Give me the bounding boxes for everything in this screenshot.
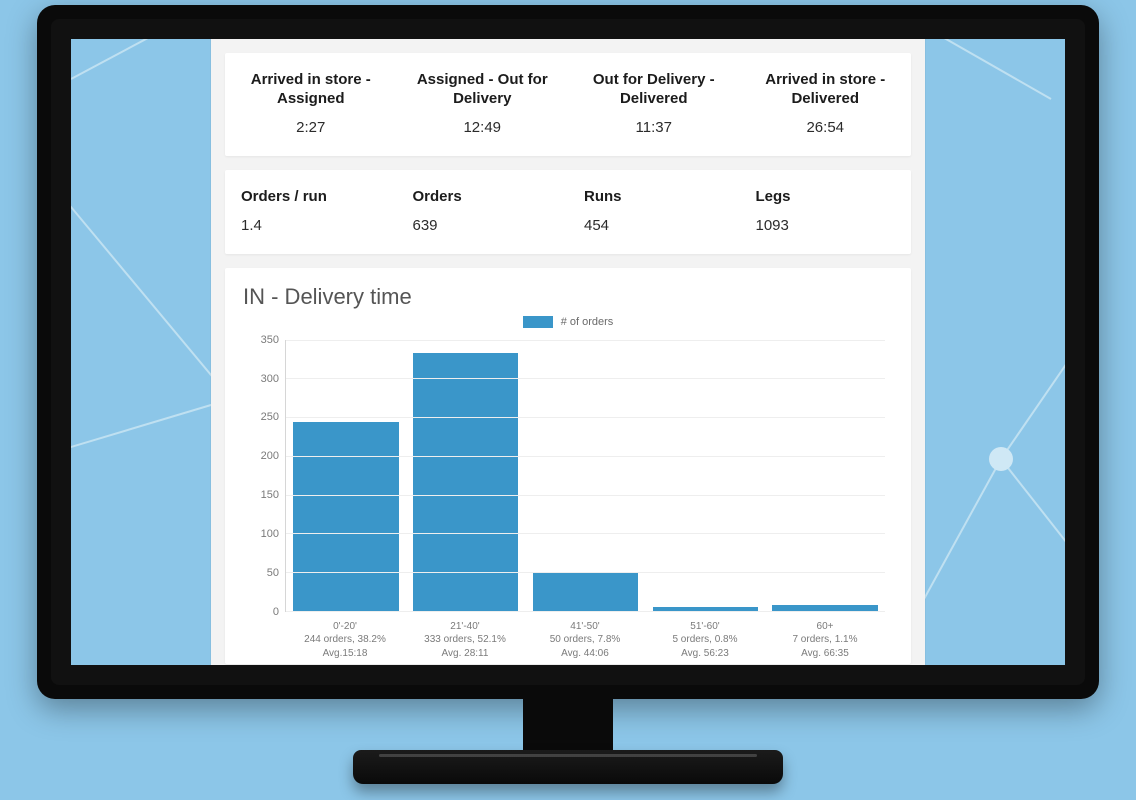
stat-value: 12:49: [413, 119, 553, 136]
stat-label: Out for Delivery - Delivered: [584, 71, 724, 109]
kpi-row: Orders / run 1.4 Orders 639 Runs 454 L: [225, 170, 911, 254]
kpi-value: 454: [584, 217, 724, 234]
chart-plot-area: [285, 340, 885, 612]
monitor-stand-base: [353, 750, 783, 784]
kpi-card: Orders / run 1.4 Orders 639 Runs 454 L: [225, 170, 911, 254]
stage-times-row: Arrived in store - Assigned 2:27 Assigne…: [225, 53, 911, 156]
kpi-runs: Runs 454: [568, 170, 740, 254]
stat-label: Assigned - Out for Delivery: [413, 71, 553, 109]
kpi-value: 1.4: [241, 217, 381, 234]
y-tick-label: 350: [243, 334, 279, 346]
delivery-time-chart: 0 50 100 150 200 250 300 350 0'-20'244 orders, …: [243, 334, 893, 664]
kpi-label: Orders: [413, 188, 553, 207]
y-tick-label: 250: [243, 411, 279, 423]
y-tick-label: 100: [243, 528, 279, 540]
kpi-orders-per-run: Orders / run 1.4: [225, 170, 397, 254]
chart-bars: [286, 340, 885, 611]
chart-gridline: [286, 456, 885, 457]
chart-gridline: [286, 611, 885, 612]
chart-gridline: [286, 417, 885, 418]
stat-arrived-delivered: Arrived in store - Delivered 26:54: [740, 53, 912, 156]
monitor-frame: Arrived in store - Assigned 2:27 Assigne…: [37, 5, 1099, 699]
chart-bar[interactable]: [293, 422, 398, 611]
monitor-stand-neck: [523, 697, 613, 757]
stage-times-card: Arrived in store - Assigned 2:27 Assigne…: [225, 53, 911, 156]
y-tick-label: 200: [243, 450, 279, 462]
stat-value: 11:37: [584, 119, 724, 136]
kpi-value: 1093: [756, 217, 896, 234]
chart-x-axis: 0'-20'244 orders, 38.2%Avg.15:1821'-40'3…: [285, 616, 885, 664]
y-tick-label: 300: [243, 373, 279, 385]
kpi-value: 639: [413, 217, 553, 234]
y-tick-label: 0: [243, 606, 279, 618]
chart-bar-column: [645, 340, 765, 611]
x-tick-label: 41'-50'50 orders, 7.8%Avg. 44:06: [525, 616, 645, 664]
x-tick-label: 0'-20'244 orders, 38.2%Avg.15:18: [285, 616, 405, 664]
y-tick-label: 150: [243, 489, 279, 501]
chart-bar-column: [406, 340, 526, 611]
stat-label: Arrived in store - Delivered: [756, 71, 896, 109]
chart-legend: # of orders: [225, 316, 911, 328]
kpi-label: Legs: [756, 188, 896, 207]
x-tick-label: 51'-60'5 orders, 0.8%Avg. 56:23: [645, 616, 765, 664]
stage: Arrived in store - Assigned 2:27 Assigne…: [0, 0, 1136, 800]
chart-bar-column: [286, 340, 406, 611]
stat-arrived-assigned: Arrived in store - Assigned 2:27: [225, 53, 397, 156]
legend-label: # of orders: [561, 316, 614, 328]
stat-label: Arrived in store - Assigned: [241, 71, 381, 109]
chart-gridline: [286, 340, 885, 341]
chart-bar-column: [526, 340, 646, 611]
kpi-orders: Orders 639: [397, 170, 569, 254]
chart-title: IN - Delivery time: [225, 268, 911, 314]
chart-bar[interactable]: [533, 572, 638, 611]
stat-out-delivered: Out for Delivery - Delivered 11:37: [568, 53, 740, 156]
chart-gridline: [286, 495, 885, 496]
legend-swatch-icon: [523, 316, 553, 328]
stat-value: 2:27: [241, 119, 381, 136]
kpi-label: Runs: [584, 188, 724, 207]
chart-y-axis: 0 50 100 150 200 250 300 350: [243, 334, 285, 664]
delivery-time-chart-card: IN - Delivery time # of orders 0 50 100 150…: [225, 268, 911, 664]
stat-value: 26:54: [756, 119, 896, 136]
kpi-legs: Legs 1093: [740, 170, 912, 254]
kpi-label: Orders / run: [241, 188, 381, 207]
monitor-screen: Arrived in store - Assigned 2:27 Assigne…: [71, 39, 1065, 665]
chart-gridline: [286, 572, 885, 573]
x-tick-label: 60+7 orders, 1.1%Avg. 66:35: [765, 616, 885, 664]
chart-gridline: [286, 533, 885, 534]
x-tick-label: 21'-40'333 orders, 52.1%Avg. 28:11: [405, 616, 525, 664]
y-tick-label: 50: [243, 567, 279, 579]
dashboard-page: Arrived in store - Assigned 2:27 Assigne…: [211, 39, 925, 665]
chart-gridline: [286, 378, 885, 379]
chart-bar-column: [765, 340, 885, 611]
stat-assigned-out: Assigned - Out for Delivery 12:49: [397, 53, 569, 156]
